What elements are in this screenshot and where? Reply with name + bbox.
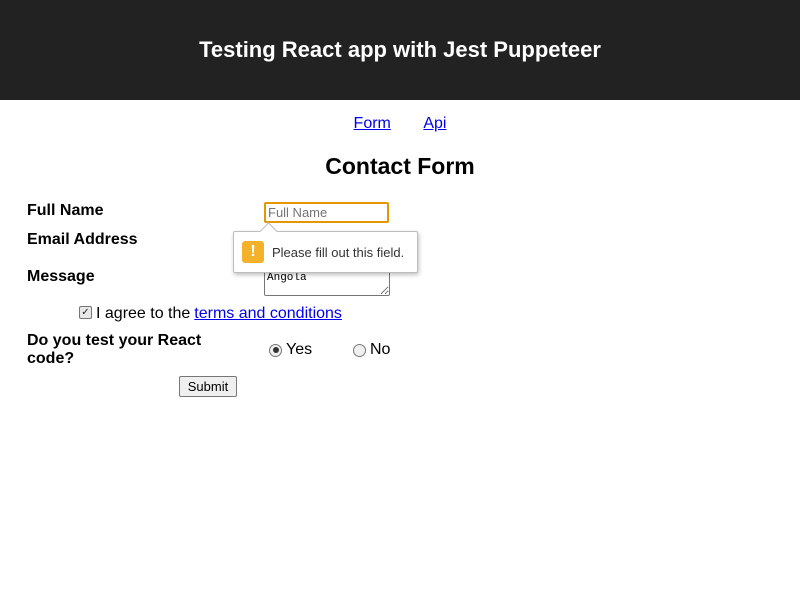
terms-row: ✓ I agree to the terms and conditions bbox=[79, 305, 342, 323]
full-name-input[interactable] bbox=[264, 202, 389, 223]
message-label: Message bbox=[27, 268, 95, 285]
form-title: Contact Form bbox=[325, 153, 475, 179]
warning-icon: ! bbox=[242, 241, 264, 263]
terms-checkbox[interactable]: ✓ bbox=[79, 305, 92, 319]
email-label: Email Address bbox=[27, 231, 138, 248]
submit-button[interactable]: Submit bbox=[179, 376, 237, 397]
react-test-question: Do you test your React code? bbox=[27, 332, 202, 367]
terms-text: I agree to the bbox=[96, 305, 191, 322]
validation-tooltip: ! Please fill out this field. bbox=[233, 222, 418, 273]
radio-option-no[interactable]: No bbox=[353, 341, 390, 359]
nav-link-api[interactable]: Api bbox=[423, 115, 446, 132]
radio-no-label: No bbox=[370, 341, 391, 358]
app-header: Testing React app with Jest Puppeteer bbox=[0, 0, 800, 100]
radio-yes[interactable] bbox=[269, 343, 282, 357]
tooltip-arrow bbox=[259, 222, 278, 241]
app-title: Testing React app with Jest Puppeteer bbox=[199, 37, 601, 62]
nav-link-form[interactable]: Form bbox=[354, 115, 391, 132]
radio-no[interactable] bbox=[353, 343, 366, 357]
radio-yes-label: Yes bbox=[286, 341, 313, 358]
radio-option-yes[interactable]: Yes bbox=[269, 341, 312, 359]
nav-bar: Form Api bbox=[0, 115, 800, 133]
validation-message: Please fill out this field. bbox=[272, 244, 405, 260]
full-name-label: Full Name bbox=[27, 202, 104, 219]
terms-link[interactable]: terms and conditions bbox=[194, 305, 342, 323]
